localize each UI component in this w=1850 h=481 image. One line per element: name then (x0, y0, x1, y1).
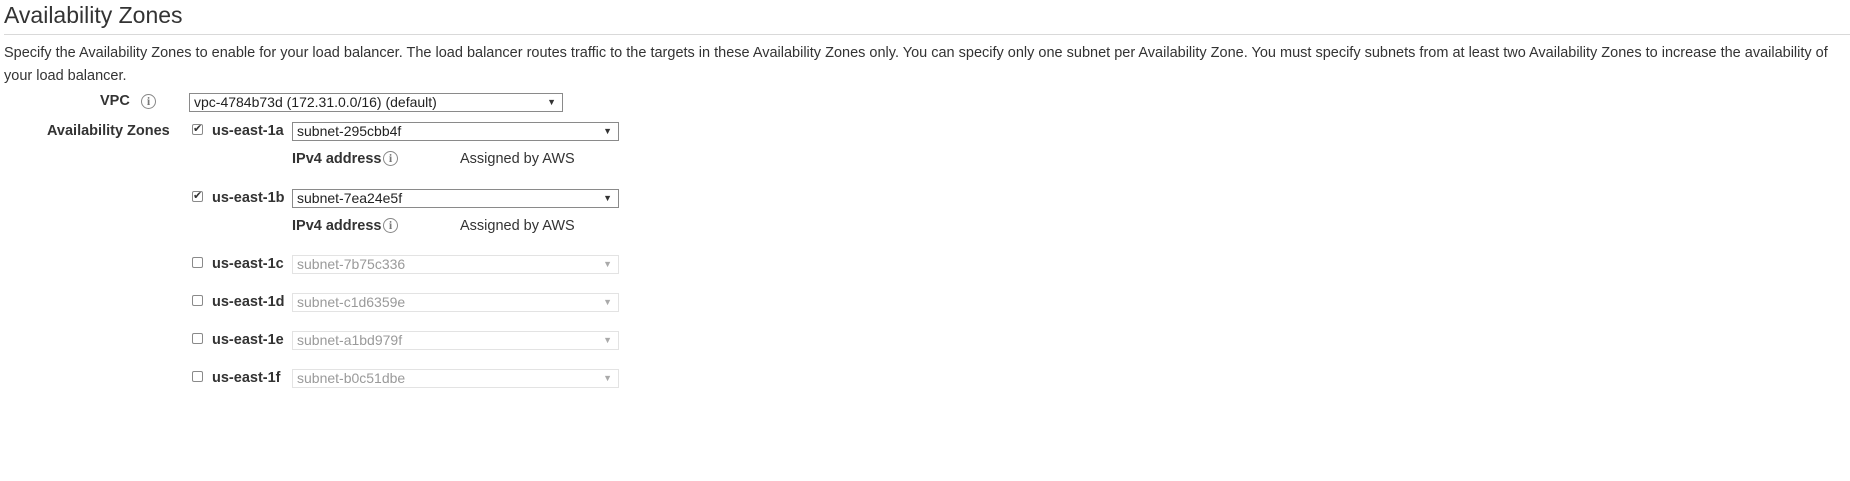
chevron-down-icon: ▼ (603, 373, 612, 383)
subnet-select-value: subnet-295cbb4f (297, 123, 402, 139)
subnet-select[interactable]: subnet-7ea24e5f ▼ (292, 189, 619, 208)
subnet-select: subnet-c1d6359e ▼ (292, 293, 619, 312)
vpc-info-icon[interactable]: i (141, 94, 156, 109)
ipv4-info-icon[interactable]: i (383, 218, 398, 233)
availability-zones-label: Availability Zones (47, 123, 170, 139)
chevron-down-icon: ▼ (603, 259, 612, 269)
zone-name-label: us-east-1a (212, 123, 284, 139)
zone-name-label: us-east-1c (212, 256, 284, 272)
zone-checkbox[interactable] (192, 333, 203, 344)
ipv4-address-label: IPv4 address (292, 151, 382, 167)
ipv4-address-value: Assigned by AWS (460, 218, 575, 234)
zone-name-label: us-east-1b (212, 190, 285, 206)
chevron-down-icon: ▼ (547, 97, 556, 107)
subnet-select: subnet-b0c51dbe ▼ (292, 369, 619, 388)
chevron-down-icon: ▼ (603, 126, 612, 136)
section-description: Specify the Availability Zones to enable… (4, 45, 1828, 84)
zone-name-label: us-east-1d (212, 294, 285, 310)
subnet-select: subnet-a1bd979f ▼ (292, 331, 619, 350)
section-title: Availability Zones (4, 2, 183, 28)
ipv4-address-label: IPv4 address (292, 218, 382, 234)
zone-name-label: us-east-1e (212, 332, 284, 348)
ipv4-info-icon[interactable]: i (383, 151, 398, 166)
zone-checkbox[interactable]: ✔ (192, 124, 203, 135)
subnet-select[interactable]: subnet-295cbb4f ▼ (292, 122, 619, 141)
vpc-select[interactable]: vpc-4784b73d (172.31.0.0/16) (default) ▼ (189, 93, 563, 112)
zone-checkbox[interactable] (192, 257, 203, 268)
vpc-select-value: vpc-4784b73d (172.31.0.0/16) (default) (194, 94, 437, 110)
title-divider (4, 34, 1850, 35)
zone-name-label: us-east-1f (212, 370, 281, 386)
subnet-select-value: subnet-7b75c336 (297, 256, 406, 272)
zone-checkbox[interactable]: ✔ (192, 191, 203, 202)
ipv4-address-value: Assigned by AWS (460, 151, 575, 167)
subnet-select-value: subnet-7ea24e5f (297, 190, 403, 206)
vpc-label: VPC (100, 93, 130, 109)
subnet-select-value: subnet-b0c51dbe (297, 370, 406, 386)
zone-checkbox[interactable] (192, 371, 203, 382)
chevron-down-icon: ▼ (603, 297, 612, 307)
subnet-select: subnet-7b75c336 ▼ (292, 255, 619, 274)
chevron-down-icon: ▼ (603, 193, 612, 203)
zone-checkbox[interactable] (192, 295, 203, 306)
subnet-select-value: subnet-c1d6359e (297, 294, 406, 310)
subnet-select-value: subnet-a1bd979f (297, 332, 403, 348)
chevron-down-icon: ▼ (603, 335, 612, 345)
